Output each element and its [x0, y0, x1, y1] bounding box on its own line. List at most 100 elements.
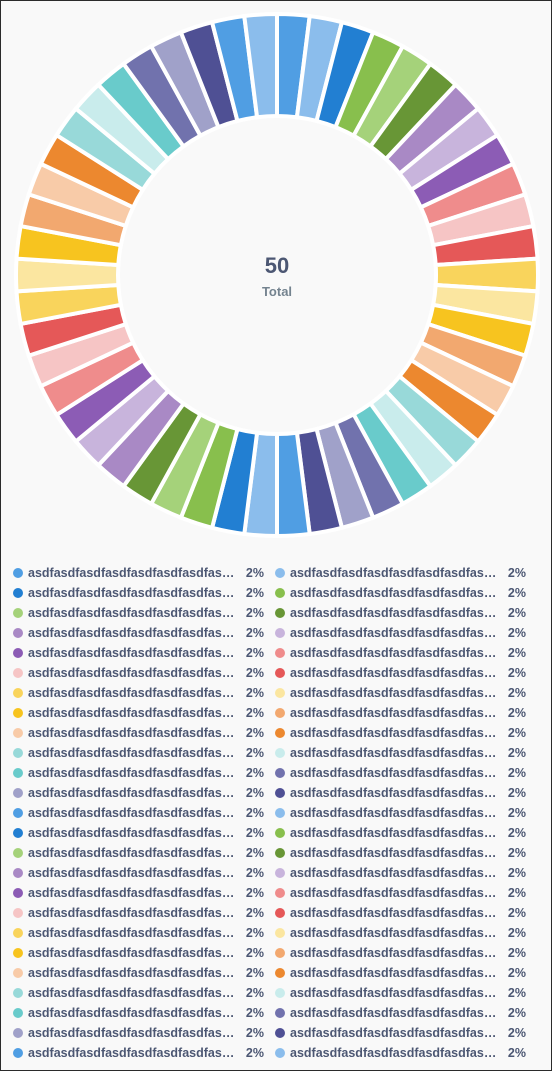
legend-item[interactable]: asdfasdfasdfasdfasdfasdfasdfas… 2%	[13, 783, 275, 803]
legend-percent: 2%	[507, 966, 526, 980]
legend-swatch	[275, 588, 285, 598]
legend-item[interactable]: asdfasdfasdfasdfasdfasdfasdfas… 2%	[13, 563, 275, 583]
legend-item[interactable]: asdfasdfasdfasdfasdfasdfasdfas… 2%	[275, 643, 537, 663]
legend-item[interactable]: asdfasdfasdfasdfasdfasdfasdfas… 2%	[13, 643, 275, 663]
legend-item[interactable]: asdfasdfasdfasdfasdfasdfasdfas… 2%	[13, 923, 275, 943]
legend-item[interactable]: asdfasdfasdfasdfasdfasdfasdfas… 2%	[13, 863, 275, 883]
legend-label: asdfasdfasdfasdfasdfasdfasdfas…	[290, 1046, 496, 1060]
legend-percent: 2%	[245, 746, 264, 760]
legend-swatch	[275, 928, 285, 938]
legend-item[interactable]: asdfasdfasdfasdfasdfasdfasdfas… 2%	[13, 683, 275, 703]
legend-item[interactable]: asdfasdfasdfasdfasdfasdfasdfas… 2%	[13, 703, 275, 723]
legend-item[interactable]: asdfasdfasdfasdfasdfasdfasdfas… 2%	[275, 843, 537, 863]
legend-item[interactable]: asdfasdfasdfasdfasdfasdfasdfas… 2%	[13, 1043, 275, 1063]
legend-percent: 2%	[507, 586, 526, 600]
legend-row: asdfasdfasdfasdfasdfasdfasdfas… 2% asdfasd…	[13, 683, 543, 703]
legend-item[interactable]: asdfasdfasdfasdfasdfasdfasdfas… 2%	[13, 983, 275, 1003]
legend-item[interactable]: asdfasdfasdfasdfasdfasdfasdfas… 2%	[275, 883, 537, 903]
legend-row: asdfasdfasdfasdfasdfasdfasdfas… 2% asdfasd…	[13, 583, 543, 603]
legend-row: asdfasdfasdfasdfasdfasdfasdfas… 2% asdfasd…	[13, 763, 543, 783]
legend-item[interactable]: asdfasdfasdfasdfasdfasdfasdfas… 2%	[275, 1023, 537, 1043]
legend-item[interactable]: asdfasdfasdfasdfasdfasdfasdfas… 2%	[13, 883, 275, 903]
legend-item[interactable]: asdfasdfasdfasdfasdfasdfasdfas… 2%	[275, 663, 537, 683]
legend-item[interactable]: asdfasdfasdfasdfasdfasdfasdfas… 2%	[275, 623, 537, 643]
legend-item[interactable]: asdfasdfasdfasdfasdfasdfasdfas… 2%	[13, 1023, 275, 1043]
legend-item[interactable]: asdfasdfasdfasdfasdfasdfasdfas… 2%	[275, 563, 537, 583]
legend-percent: 2%	[507, 806, 526, 820]
legend-item[interactable]: asdfasdfasdfasdfasdfasdfasdfas… 2%	[275, 683, 537, 703]
legend-swatch	[275, 568, 285, 578]
legend-item[interactable]: asdfasdfasdfasdfasdfasdfasdfas… 2%	[13, 663, 275, 683]
legend-item[interactable]: asdfasdfasdfasdfasdfasdfasdfas… 2%	[275, 603, 537, 623]
legend-item[interactable]: asdfasdfasdfasdfasdfasdfasdfas… 2%	[275, 923, 537, 943]
legend-label: asdfasdfasdfasdfasdfasdfasdfas…	[28, 1006, 234, 1020]
legend-item[interactable]: asdfasdfasdfasdfasdfasdfasdfas… 2%	[275, 983, 537, 1003]
legend-item[interactable]: asdfasdfasdfasdfasdfasdfasdfas… 2%	[13, 943, 275, 963]
legend-row: asdfasdfasdfasdfasdfasdfasdfas… 2% asdfasd…	[13, 943, 543, 963]
legend-label: asdfasdfasdfasdfasdfasdfasdfas…	[290, 846, 496, 860]
legend-item[interactable]: asdfasdfasdfasdfasdfasdfasdfas… 2%	[275, 803, 537, 823]
legend-percent: 2%	[245, 786, 264, 800]
legend-item[interactable]: asdfasdfasdfasdfasdfasdfasdfas… 2%	[275, 823, 537, 843]
legend-row: asdfasdfasdfasdfasdfasdfasdfas… 2% asdfasd…	[13, 983, 543, 1003]
legend-row: asdfasdfasdfasdfasdfasdfasdfas… 2% asdfasd…	[13, 723, 543, 743]
legend-item[interactable]: asdfasdfasdfasdfasdfasdfasdfas… 2%	[275, 763, 537, 783]
legend-label: asdfasdfasdfasdfasdfasdfasdfas…	[28, 846, 234, 860]
legend-swatch	[13, 928, 23, 938]
legend-item[interactable]: asdfasdfasdfasdfasdfasdfasdfas… 2%	[13, 903, 275, 923]
legend-item[interactable]: asdfasdfasdfasdfasdfasdfasdfas… 2%	[275, 963, 537, 983]
legend-item[interactable]: asdfasdfasdfasdfasdfasdfasdfas… 2%	[13, 963, 275, 983]
legend-item[interactable]: asdfasdfasdfasdfasdfasdfasdfas… 2%	[275, 943, 537, 963]
legend-item[interactable]: asdfasdfasdfasdfasdfasdfasdfas… 2%	[13, 823, 275, 843]
legend-item[interactable]: asdfasdfasdfasdfasdfasdfasdfas… 2%	[13, 623, 275, 643]
legend-label: asdfasdfasdfasdfasdfasdfasdfas…	[290, 586, 496, 600]
legend-percent: 2%	[245, 846, 264, 860]
legend-percent: 2%	[245, 566, 264, 580]
chart-card: 50 Total asdfasdfasdfasdfasdfasdfasdfas……	[0, 0, 552, 1071]
legend-label: asdfasdfasdfasdfasdfasdfasdfas…	[28, 646, 234, 660]
legend-item[interactable]: asdfasdfasdfasdfasdfasdfasdfas… 2%	[13, 603, 275, 623]
legend-percent: 2%	[507, 566, 526, 580]
legend-swatch	[13, 568, 23, 578]
legend-percent: 2%	[507, 766, 526, 780]
legend-swatch	[13, 868, 23, 878]
legend-item[interactable]: asdfasdfasdfasdfasdfasdfasdfas… 2%	[275, 583, 537, 603]
legend-swatch	[275, 808, 285, 818]
legend-item[interactable]: asdfasdfasdfasdfasdfasdfasdfas… 2%	[275, 743, 537, 763]
legend-item[interactable]: asdfasdfasdfasdfasdfasdfasdfas… 2%	[13, 1003, 275, 1023]
legend-item[interactable]: asdfasdfasdfasdfasdfasdfasdfas… 2%	[275, 723, 537, 743]
legend-label: asdfasdfasdfasdfasdfasdfasdfas…	[28, 906, 234, 920]
legend-item[interactable]: asdfasdfasdfasdfasdfasdfasdfas… 2%	[275, 703, 537, 723]
legend-item[interactable]: asdfasdfasdfasdfasdfasdfasdfas… 2%	[275, 863, 537, 883]
legend-item[interactable]: asdfasdfasdfasdfasdfasdfasdfas… 2%	[13, 803, 275, 823]
legend-row: asdfasdfasdfasdfasdfasdfasdfas… 2% asdfasd…	[13, 1043, 543, 1063]
legend-percent: 2%	[507, 666, 526, 680]
legend-item[interactable]: asdfasdfasdfasdfasdfasdfasdfas… 2%	[275, 903, 537, 923]
legend-percent: 2%	[507, 726, 526, 740]
legend-label: asdfasdfasdfasdfasdfasdfasdfas…	[290, 866, 496, 880]
legend-label: asdfasdfasdfasdfasdfasdfasdfas…	[28, 1046, 234, 1060]
legend-item[interactable]: asdfasdfasdfasdfasdfasdfasdfas… 2%	[13, 743, 275, 763]
legend-percent: 2%	[245, 766, 264, 780]
legend-percent: 2%	[507, 786, 526, 800]
legend-row: asdfasdfasdfasdfasdfasdfasdfas… 2% asdfasd…	[13, 923, 543, 943]
legend-item[interactable]: asdfasdfasdfasdfasdfasdfasdfas… 2%	[13, 763, 275, 783]
legend-percent: 2%	[507, 906, 526, 920]
legend-swatch	[13, 848, 23, 858]
legend-swatch	[13, 708, 23, 718]
legend-item[interactable]: asdfasdfasdfasdfasdfasdfasdfas… 2%	[13, 723, 275, 743]
legend-label: asdfasdfasdfasdfasdfasdfasdfas…	[290, 626, 496, 640]
legend-item[interactable]: asdfasdfasdfasdfasdfasdfasdfas… 2%	[275, 1043, 537, 1063]
legend-swatch	[13, 728, 23, 738]
legend-item[interactable]: asdfasdfasdfasdfasdfasdfasdfas… 2%	[13, 583, 275, 603]
legend: asdfasdfasdfasdfasdfasdfasdfas… 2% asdfasd…	[13, 563, 543, 1063]
legend-item[interactable]: asdfasdfasdfasdfasdfasdfasdfas… 2%	[275, 1003, 537, 1023]
legend-label: asdfasdfasdfasdfasdfasdfasdfas…	[290, 926, 496, 940]
legend-percent: 2%	[245, 1046, 264, 1060]
legend-item[interactable]: asdfasdfasdfasdfasdfasdfasdfas… 2%	[13, 843, 275, 863]
legend-item[interactable]: asdfasdfasdfasdfasdfasdfasdfas… 2%	[275, 783, 537, 803]
legend-percent: 2%	[507, 626, 526, 640]
legend-label: asdfasdfasdfasdfasdfasdfasdfas…	[28, 946, 234, 960]
legend-label: asdfasdfasdfasdfasdfasdfasdfas…	[28, 626, 234, 640]
legend-swatch	[13, 608, 23, 618]
